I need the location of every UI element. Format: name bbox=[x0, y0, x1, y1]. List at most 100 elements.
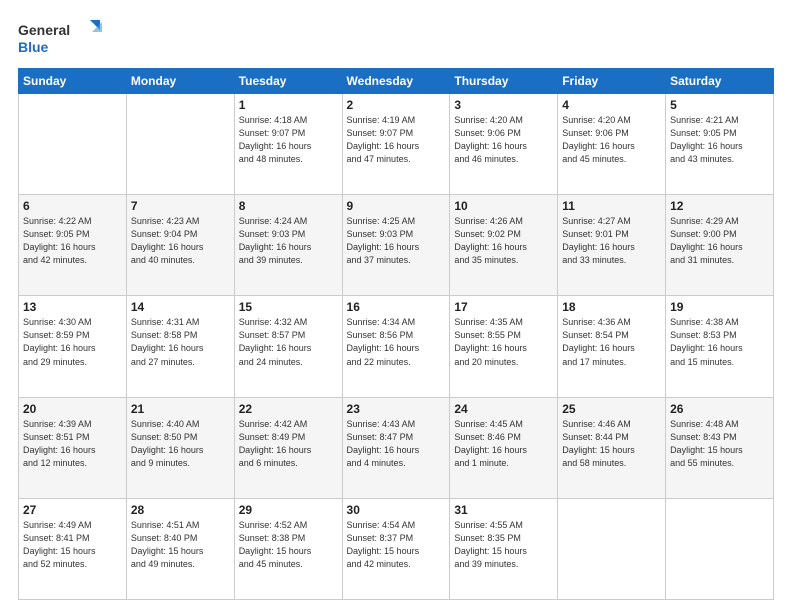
day-info: Sunrise: 4:25 AM Sunset: 9:03 PM Dayligh… bbox=[347, 215, 446, 267]
week-row-3: 20 Sunrise: 4:39 AM Sunset: 8:51 PM Dayli… bbox=[19, 397, 774, 498]
day-info: Sunrise: 4:42 AM Sunset: 8:49 PM Dayligh… bbox=[239, 418, 338, 470]
logo-svg: General Blue bbox=[18, 18, 108, 58]
day-cell: 23 Sunrise: 4:43 AM Sunset: 8:47 PM Dayli… bbox=[342, 397, 450, 498]
weekday-header-monday: Monday bbox=[126, 69, 234, 94]
day-cell bbox=[558, 498, 666, 599]
day-cell: 25 Sunrise: 4:46 AM Sunset: 8:44 PM Dayli… bbox=[558, 397, 666, 498]
day-info: Sunrise: 4:49 AM Sunset: 8:41 PM Dayligh… bbox=[23, 519, 122, 571]
day-cell: 21Sunrise: 4:40 AM Sunset: 8:50 PM Dayli… bbox=[126, 397, 234, 498]
day-cell: 11 Sunrise: 4:27 AM Sunset: 9:01 PM Dayli… bbox=[558, 195, 666, 296]
day-cell: 7Sunrise: 4:23 AM Sunset: 9:04 PM Daylig… bbox=[126, 195, 234, 296]
day-number: 20 bbox=[23, 402, 122, 416]
day-info: Sunrise: 4:38 AM Sunset: 8:53 PM Dayligh… bbox=[670, 316, 769, 368]
day-number: 16 bbox=[347, 300, 446, 314]
day-cell: 31 Sunrise: 4:55 AM Sunset: 8:35 PM Dayli… bbox=[450, 498, 558, 599]
day-number: 11 bbox=[562, 199, 661, 213]
day-number: 25 bbox=[562, 402, 661, 416]
day-info: Sunrise: 4:54 AM Sunset: 8:37 PM Dayligh… bbox=[347, 519, 446, 571]
day-number: 6 bbox=[23, 199, 122, 213]
day-number: 9 bbox=[347, 199, 446, 213]
day-number: 19 bbox=[670, 300, 769, 314]
day-cell: 24 Sunrise: 4:45 AM Sunset: 8:46 PM Dayli… bbox=[450, 397, 558, 498]
day-number: 27 bbox=[23, 503, 122, 517]
week-row-4: 27 Sunrise: 4:49 AM Sunset: 8:41 PM Dayli… bbox=[19, 498, 774, 599]
day-info: Sunrise: 4:32 AM Sunset: 8:57 PM Dayligh… bbox=[239, 316, 338, 368]
day-info: Sunrise: 4:21 AM Sunset: 9:05 PM Dayligh… bbox=[670, 114, 769, 166]
day-number: 15 bbox=[239, 300, 338, 314]
day-cell: 28 Sunrise: 4:51 AM Sunset: 8:40 PM Dayli… bbox=[126, 498, 234, 599]
day-info: Sunrise: 4:48 AM Sunset: 8:43 PM Dayligh… bbox=[670, 418, 769, 470]
day-cell: 4 Sunrise: 4:20 AM Sunset: 9:06 PM Daylig… bbox=[558, 94, 666, 195]
day-number: 23 bbox=[347, 402, 446, 416]
weekday-header-tuesday: Tuesday bbox=[234, 69, 342, 94]
day-cell: 22Sunrise: 4:42 AM Sunset: 8:49 PM Dayli… bbox=[234, 397, 342, 498]
day-cell: 3 Sunrise: 4:20 AM Sunset: 9:06 PM Daylig… bbox=[450, 94, 558, 195]
day-number: 14 bbox=[131, 300, 230, 314]
day-number: 4 bbox=[562, 98, 661, 112]
day-cell: 9 Sunrise: 4:25 AM Sunset: 9:03 PM Daylig… bbox=[342, 195, 450, 296]
day-cell: 5 Sunrise: 4:21 AM Sunset: 9:05 PM Daylig… bbox=[666, 94, 774, 195]
day-number: 26 bbox=[670, 402, 769, 416]
day-cell: 19 Sunrise: 4:38 AM Sunset: 8:53 PM Dayli… bbox=[666, 296, 774, 397]
day-number: 12 bbox=[670, 199, 769, 213]
day-info: Sunrise: 4:40 AM Sunset: 8:50 PM Dayligh… bbox=[131, 418, 230, 470]
day-cell bbox=[19, 94, 127, 195]
day-info: Sunrise: 4:46 AM Sunset: 8:44 PM Dayligh… bbox=[562, 418, 661, 470]
day-cell: 1 Sunrise: 4:18 AM Sunset: 9:07 PM Daylig… bbox=[234, 94, 342, 195]
week-row-1: 6 Sunrise: 4:22 AM Sunset: 9:05 PM Daylig… bbox=[19, 195, 774, 296]
day-cell: 12 Sunrise: 4:29 AM Sunset: 9:00 PM Dayli… bbox=[666, 195, 774, 296]
day-cell: 17 Sunrise: 4:35 AM Sunset: 8:55 PM Dayli… bbox=[450, 296, 558, 397]
day-info: Sunrise: 4:19 AM Sunset: 9:07 PM Dayligh… bbox=[347, 114, 446, 166]
day-info: Sunrise: 4:36 AM Sunset: 8:54 PM Dayligh… bbox=[562, 316, 661, 368]
day-cell: 27 Sunrise: 4:49 AM Sunset: 8:41 PM Dayli… bbox=[19, 498, 127, 599]
day-info: Sunrise: 4:20 AM Sunset: 9:06 PM Dayligh… bbox=[454, 114, 553, 166]
svg-text:General: General bbox=[18, 22, 70, 38]
day-info: Sunrise: 4:31 AM Sunset: 8:58 PM Dayligh… bbox=[131, 316, 230, 368]
day-number: 2 bbox=[347, 98, 446, 112]
day-info: Sunrise: 4:18 AM Sunset: 9:07 PM Dayligh… bbox=[239, 114, 338, 166]
day-info: Sunrise: 4:34 AM Sunset: 8:56 PM Dayligh… bbox=[347, 316, 446, 368]
day-cell: 16 Sunrise: 4:34 AM Sunset: 8:56 PM Dayli… bbox=[342, 296, 450, 397]
week-row-2: 13 Sunrise: 4:30 AM Sunset: 8:59 PM Dayli… bbox=[19, 296, 774, 397]
day-info: Sunrise: 4:52 AM Sunset: 8:38 PM Dayligh… bbox=[239, 519, 338, 571]
day-number: 29 bbox=[239, 503, 338, 517]
day-number: 5 bbox=[670, 98, 769, 112]
day-cell bbox=[126, 94, 234, 195]
day-number: 1 bbox=[239, 98, 338, 112]
day-number: 17 bbox=[454, 300, 553, 314]
day-info: Sunrise: 4:27 AM Sunset: 9:01 PM Dayligh… bbox=[562, 215, 661, 267]
weekday-header-row: SundayMondayTuesdayWednesdayThursdayFrid… bbox=[19, 69, 774, 94]
day-number: 3 bbox=[454, 98, 553, 112]
day-cell: 15 Sunrise: 4:32 AM Sunset: 8:57 PM Dayli… bbox=[234, 296, 342, 397]
day-info: Sunrise: 4:35 AM Sunset: 8:55 PM Dayligh… bbox=[454, 316, 553, 368]
day-number: 18 bbox=[562, 300, 661, 314]
day-number: 24 bbox=[454, 402, 553, 416]
day-info: Sunrise: 4:29 AM Sunset: 9:00 PM Dayligh… bbox=[670, 215, 769, 267]
day-info: Sunrise: 4:23 AM Sunset: 9:04 PM Dayligh… bbox=[131, 215, 230, 267]
weekday-header-friday: Friday bbox=[558, 69, 666, 94]
day-number: 13 bbox=[23, 300, 122, 314]
day-info: Sunrise: 4:43 AM Sunset: 8:47 PM Dayligh… bbox=[347, 418, 446, 470]
day-info: Sunrise: 4:39 AM Sunset: 8:51 PM Dayligh… bbox=[23, 418, 122, 470]
weekday-header-saturday: Saturday bbox=[666, 69, 774, 94]
header: General Blue bbox=[18, 18, 774, 58]
day-cell: 20 Sunrise: 4:39 AM Sunset: 8:51 PM Dayli… bbox=[19, 397, 127, 498]
day-info: Sunrise: 4:45 AM Sunset: 8:46 PM Dayligh… bbox=[454, 418, 553, 470]
day-number: 28 bbox=[131, 503, 230, 517]
day-cell bbox=[666, 498, 774, 599]
logo: General Blue bbox=[18, 18, 108, 58]
day-cell: 6 Sunrise: 4:22 AM Sunset: 9:05 PM Daylig… bbox=[19, 195, 127, 296]
day-cell: 2 Sunrise: 4:19 AM Sunset: 9:07 PM Daylig… bbox=[342, 94, 450, 195]
day-info: Sunrise: 4:51 AM Sunset: 8:40 PM Dayligh… bbox=[131, 519, 230, 571]
day-cell: 13 Sunrise: 4:30 AM Sunset: 8:59 PM Dayli… bbox=[19, 296, 127, 397]
svg-text:Blue: Blue bbox=[18, 39, 49, 55]
day-number: 31 bbox=[454, 503, 553, 517]
day-info: Sunrise: 4:22 AM Sunset: 9:05 PM Dayligh… bbox=[23, 215, 122, 267]
day-info: Sunrise: 4:20 AM Sunset: 9:06 PM Dayligh… bbox=[562, 114, 661, 166]
calendar-table: SundayMondayTuesdayWednesdayThursdayFrid… bbox=[18, 68, 774, 600]
day-info: Sunrise: 4:30 AM Sunset: 8:59 PM Dayligh… bbox=[23, 316, 122, 368]
day-number: 8 bbox=[239, 199, 338, 213]
day-info: Sunrise: 4:55 AM Sunset: 8:35 PM Dayligh… bbox=[454, 519, 553, 571]
day-cell: 8 Sunrise: 4:24 AM Sunset: 9:03 PM Daylig… bbox=[234, 195, 342, 296]
day-info: Sunrise: 4:24 AM Sunset: 9:03 PM Dayligh… bbox=[239, 215, 338, 267]
